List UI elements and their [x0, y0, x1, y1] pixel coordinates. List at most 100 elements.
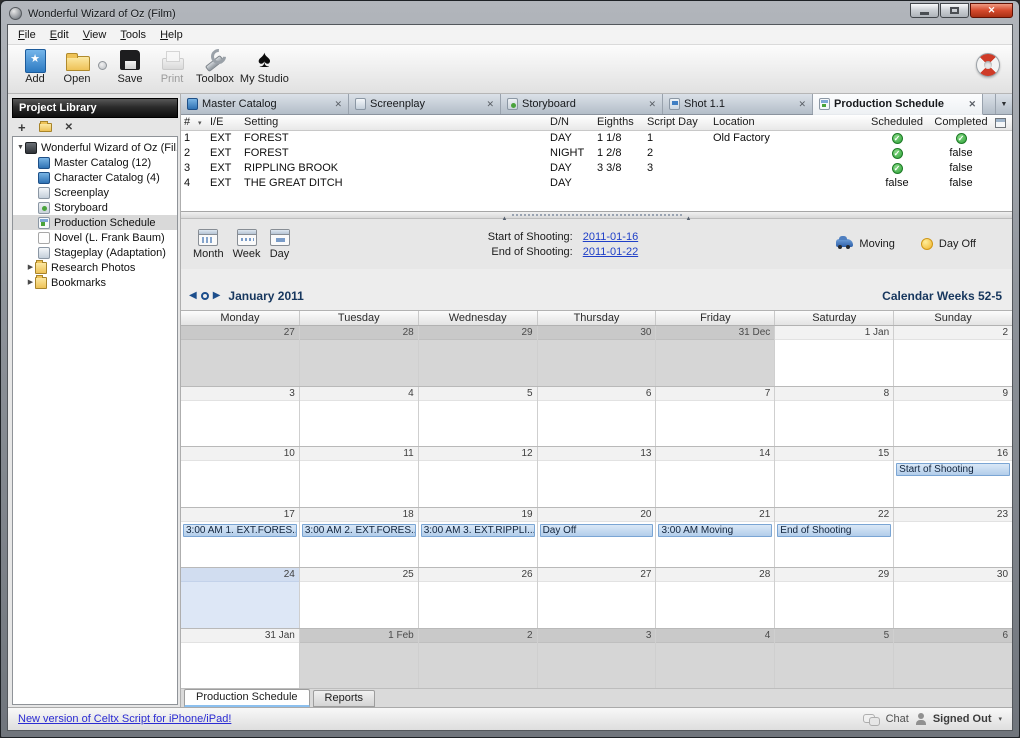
calendar-event[interactable]: End of Shooting — [777, 523, 892, 537]
end-of-shooting-date-link[interactable]: 2011-01-22 — [583, 246, 638, 258]
minimize-button[interactable] — [910, 3, 939, 18]
view-day-button[interactable]: Day — [269, 228, 290, 260]
open-recent-icon[interactable] — [98, 61, 107, 70]
expander-closed-icon[interactable]: ▶ — [26, 263, 35, 272]
calendar-day-4[interactable]: 4 — [299, 386, 419, 446]
tab-close-icon[interactable]: ✕ — [964, 99, 976, 110]
signed-out-button[interactable]: Signed Out — [933, 713, 992, 725]
calendar-day-23[interactable]: 23 — [894, 507, 1013, 567]
close-button[interactable]: ✕ — [970, 3, 1013, 18]
calendar-day-3[interactable]: 3 — [181, 386, 300, 446]
toolbar-toolbox-button[interactable]: Toolbox — [193, 47, 237, 85]
tab-list-dropdown-icon[interactable]: ▼ — [995, 94, 1012, 114]
calendar-day-11[interactable]: 11 — [299, 447, 419, 507]
calendar-day-22[interactable]: 22 End of Shooting — [775, 507, 895, 567]
calendar-event[interactable]: 3:00 AM Moving — [658, 523, 773, 537]
start-of-shooting-date-link[interactable]: 2011-01-16 — [583, 231, 638, 243]
toolbar-save-button[interactable]: Save — [109, 47, 151, 85]
bottom-tab-reports[interactable]: Reports — [312, 690, 376, 707]
celtx-news-link[interactable]: New version of Celtx Script for iPhone/i… — [18, 713, 231, 725]
calendar-day-20[interactable]: 20 Day Off — [537, 507, 657, 567]
column-header-completed[interactable]: Completed — [930, 115, 992, 130]
calendar-day-3[interactable]: 3 — [537, 628, 657, 688]
column-header-script_day[interactable]: Script Day — [644, 115, 710, 130]
column-header-scheduled[interactable]: Scheduled — [864, 115, 930, 130]
calendar-day-1-jan[interactable]: 1 Jan — [775, 326, 895, 386]
sidebar-item-master-catalog-12[interactable]: Master Catalog (12) — [13, 155, 177, 170]
previous-month-icon[interactable]: ◀ — [189, 291, 197, 301]
horizontal-splitter[interactable]: ▲ ▲ — [181, 212, 1012, 222]
title-bar[interactable]: Wonderful Wizard of Oz (Film) ✕ — [1, 1, 1019, 24]
calendar-day-26[interactable]: 26 — [418, 568, 538, 628]
menu-file[interactable]: File — [11, 27, 43, 43]
sidebar-item-production-schedule[interactable]: Production Schedule — [13, 215, 177, 230]
chat-button[interactable]: Chat — [886, 713, 909, 725]
calendar-event[interactable]: 3:00 AM 2. EXT.FORES... — [301, 523, 416, 537]
sidebar-item-wonderful-wizard-of-oz-fil[interactable]: ▼ Wonderful Wizard of Oz (Fil... — [13, 140, 177, 155]
calendar-day-19[interactable]: 19 3:00 AM 3. EXT.RIPPLI... — [418, 507, 538, 567]
table-row[interactable]: 2 EXT FOREST NIGHT 1 2/8 2 ✓ false — [181, 146, 1012, 161]
sidebar-item-storyboard[interactable]: Storyboard — [13, 200, 177, 215]
calendar-day-29[interactable]: 29 — [418, 326, 538, 386]
calendar-day-21[interactable]: 21 3:00 AM Moving — [656, 507, 776, 567]
calendar-day-30[interactable]: 30 — [894, 568, 1013, 628]
maximize-button[interactable] — [940, 3, 969, 18]
column-header-ie[interactable]: I/E — [207, 115, 241, 130]
toolbar-open-button[interactable]: Open — [56, 47, 98, 85]
add-item-icon[interactable]: + — [18, 121, 26, 134]
calendar-day-4[interactable]: 4 — [656, 628, 776, 688]
calendar-day-28[interactable]: 28 — [299, 326, 419, 386]
help-lifesaver-icon[interactable] — [976, 53, 1000, 77]
menu-tools[interactable]: Tools — [113, 27, 153, 43]
calendar-day-31-jan[interactable]: 31 Jan — [181, 628, 300, 688]
tab-screenplay[interactable]: Screenplay ✕ — [349, 94, 501, 114]
view-month-button[interactable]: Month — [193, 228, 224, 260]
tab-production-schedule[interactable]: Production Schedule ✕ — [813, 94, 983, 115]
calendar-event[interactable]: Start of Shooting — [896, 463, 1011, 476]
splitter-handle[interactable]: ▲ ▲ — [502, 214, 692, 222]
column-header-setting[interactable]: Setting — [241, 115, 547, 130]
column-header-num[interactable]: # — [181, 115, 195, 130]
column-header-colico[interactable] — [992, 115, 1012, 130]
sidebar-item-novel-l-frank-baum[interactable]: Novel (L. Frank Baum) — [13, 230, 177, 245]
calendar-day-27[interactable]: 27 — [537, 568, 657, 628]
tab-shot-1-1[interactable]: Shot 1.1 ✕ — [663, 94, 813, 114]
tab-close-icon[interactable]: ✕ — [644, 99, 656, 110]
toolbar-mystudio-button[interactable]: My Studio — [237, 46, 292, 85]
tab-close-icon[interactable]: ✕ — [482, 99, 494, 110]
calendar-day-10[interactable]: 10 — [181, 447, 300, 507]
tab-master-catalog[interactable]: Master Catalog ✕ — [181, 94, 349, 114]
expander-open-icon[interactable]: ▼ — [16, 143, 25, 152]
calendar-day-29[interactable]: 29 — [775, 568, 895, 628]
toolbar-add-button[interactable]: Add — [14, 47, 56, 85]
calendar-day-6[interactable]: 6 — [537, 386, 657, 446]
calendar-day-2[interactable]: 2 — [418, 628, 538, 688]
calendar-event[interactable]: 3:00 AM 3. EXT.RIPPLI... — [420, 523, 535, 537]
tab-storyboard[interactable]: Storyboard ✕ — [501, 94, 663, 114]
calendar-day-14[interactable]: 14 — [656, 447, 776, 507]
column-header-sort[interactable]: ▾ — [195, 115, 207, 130]
column-header-dn[interactable]: D/N — [547, 115, 594, 130]
calendar-day-5[interactable]: 5 — [775, 628, 895, 688]
tab-close-icon[interactable]: ✕ — [330, 99, 342, 110]
table-row[interactable]: 4 EXT THE GREAT DITCH DAY false false — [181, 176, 1012, 191]
tab-close-icon[interactable]: ✕ — [794, 99, 806, 110]
menu-help[interactable]: Help — [153, 27, 190, 43]
sidebar-item-bookmarks[interactable]: ▶ Bookmarks — [13, 275, 177, 290]
calendar-day-12[interactable]: 12 — [418, 447, 538, 507]
calendar-day-16[interactable]: 16 Start of Shooting — [894, 447, 1013, 507]
column-header-location[interactable]: Location — [710, 115, 864, 130]
calendar-day-30[interactable]: 30 — [537, 326, 657, 386]
calendar-day-24[interactable]: 24 — [181, 568, 300, 628]
delete-item-icon[interactable]: ✕ — [65, 122, 73, 133]
calendar-day-25[interactable]: 25 — [299, 568, 419, 628]
calendar-day-2[interactable]: 2 — [894, 326, 1013, 386]
expander-closed-icon[interactable]: ▶ — [26, 278, 35, 287]
bottom-tab-production-schedule[interactable]: Production Schedule — [184, 689, 310, 707]
sidebar-item-research-photos[interactable]: ▶ Research Photos — [13, 260, 177, 275]
menu-view[interactable]: View — [76, 27, 114, 43]
calendar-day-18[interactable]: 18 3:00 AM 2. EXT.FORES... — [299, 507, 419, 567]
calendar-day-31-dec[interactable]: 31 Dec — [656, 326, 776, 386]
sidebar-item-stageplay-adaptation[interactable]: Stageplay (Adaptation) — [13, 245, 177, 260]
calendar-day-8[interactable]: 8 — [775, 386, 895, 446]
